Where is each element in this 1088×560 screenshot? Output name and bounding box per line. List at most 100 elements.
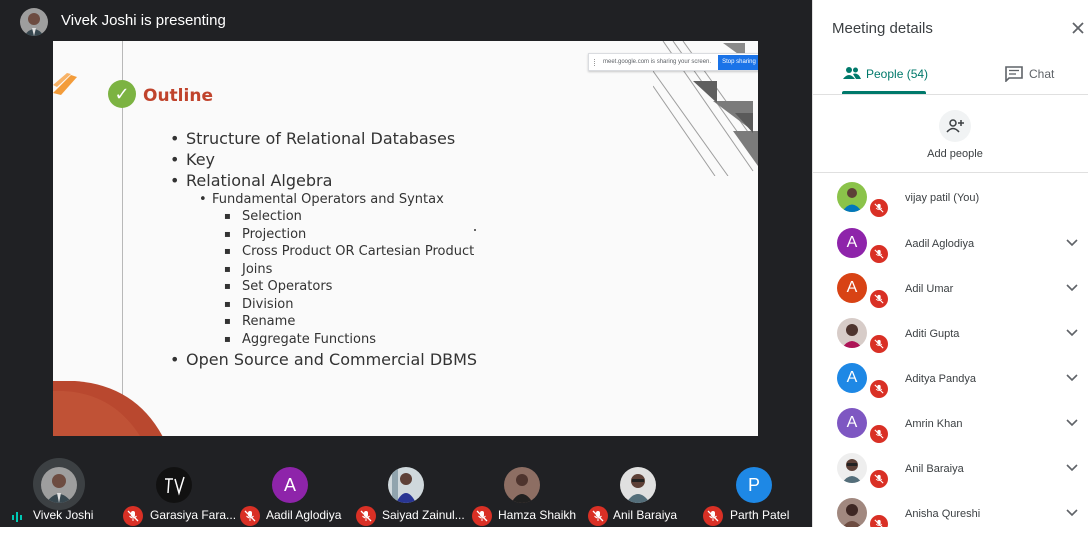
slide-bullet-l1: Open Source and Commercial DBMS xyxy=(170,350,477,369)
participant-name: Saiyad Zainul... xyxy=(382,508,465,522)
participant-name: Anil Baraiya xyxy=(613,508,678,522)
chat-icon xyxy=(1005,66,1023,82)
slide-bullet-l3: Cross Product OR Cartesian Product xyxy=(224,244,474,259)
tab-people[interactable]: People (54) xyxy=(813,56,951,94)
people-icon xyxy=(843,67,861,79)
mic-off-icon xyxy=(472,506,492,526)
meeting-stage: Vivek Joshi is presenting ✓ Outline • St… xyxy=(0,0,812,527)
participant-avatar xyxy=(620,467,656,503)
mic-off-icon xyxy=(123,506,143,526)
participant-tile[interactable]: Garasiya Fara... xyxy=(118,440,237,527)
list-divider xyxy=(813,172,1088,173)
mic-off-icon xyxy=(868,378,890,400)
slide-bullet-l2: Fundamental Operators and Syntax xyxy=(199,192,444,207)
participant-row[interactable]: A Adil Umar xyxy=(813,269,1088,314)
mic-off-icon xyxy=(868,243,890,265)
participant-row[interactable]: A Amrin Khan xyxy=(813,404,1088,449)
mic-off-icon xyxy=(868,333,890,355)
participant-tile[interactable]: A Aadil Aglodiya xyxy=(236,440,350,527)
participant-avatar xyxy=(837,182,867,212)
panel-title: Meeting details xyxy=(832,20,933,37)
participant-name: vijay patil (You) xyxy=(905,192,980,204)
slide-dot xyxy=(474,229,476,231)
presenter-avatar xyxy=(20,8,48,36)
participant-avatar xyxy=(388,467,424,503)
participant-avatar xyxy=(41,467,77,503)
chevron-down-icon[interactable] xyxy=(1065,373,1079,383)
chevron-down-icon[interactable] xyxy=(1065,463,1079,473)
participant-avatar: A xyxy=(837,273,867,303)
presentation-slide: ✓ Outline Structure of Relational Databa… xyxy=(53,41,758,436)
participant-row[interactable]: A Aadil Aglodiya xyxy=(813,224,1088,269)
meeting-details-panel: Meeting details People (54) Chat Add peo… xyxy=(812,0,1088,527)
slide-bullet-l3: Selection xyxy=(224,209,302,224)
participant-avatar: A xyxy=(837,408,867,438)
participant-row[interactable]: Anisha Qureshi xyxy=(813,494,1088,527)
mic-off-icon xyxy=(868,423,890,445)
add-person-icon xyxy=(939,110,971,142)
participant-tile[interactable]: Vivek Joshi xyxy=(0,440,115,527)
slide-bullet-l1: Key xyxy=(170,150,215,169)
participant-avatar xyxy=(837,453,867,483)
tab-people-label: People (54) xyxy=(866,67,929,81)
slide-bullet-l3: Projection xyxy=(224,227,306,242)
participant-tile[interactable]: Saiyad Zainul... xyxy=(352,440,466,527)
mic-off-icon xyxy=(240,506,260,526)
participant-strip: Vivek Joshi Garasiya Fara... A Aadil Agl… xyxy=(0,440,812,527)
mic-off-icon xyxy=(868,288,890,310)
tab-divider xyxy=(813,94,1088,95)
slide-bullet-l3: Aggregate Functions xyxy=(224,332,376,347)
participant-name: Parth Patel xyxy=(730,508,790,522)
slide-bullet-l3: Division xyxy=(224,297,293,312)
slide-title: Outline xyxy=(143,86,213,106)
check-circle-icon: ✓ xyxy=(108,80,136,108)
participant-avatar: P xyxy=(736,467,772,503)
participant-name: Amrin Khan xyxy=(905,418,963,430)
participant-tile[interactable]: Anil Baraiya xyxy=(585,440,699,527)
participant-row[interactable]: Aditi Gupta xyxy=(813,314,1088,359)
participant-avatar xyxy=(837,318,867,348)
chevron-down-icon[interactable] xyxy=(1065,508,1079,518)
add-people-button[interactable]: Add people xyxy=(923,108,987,166)
participant-row[interactable]: vijay patil (You) xyxy=(813,178,1088,223)
participant-avatar: A xyxy=(272,467,308,503)
participant-avatar: A xyxy=(837,228,867,258)
participant-name: Hamza Shaikh xyxy=(498,508,577,522)
slide-bullet-l3: Joins xyxy=(224,262,273,277)
chevron-down-icon[interactable] xyxy=(1065,418,1079,428)
slide-bullet-l3: Set Operators xyxy=(224,279,333,294)
slide-bullet-l1: Structure of Relational Databases xyxy=(170,129,455,148)
screen-share-banner: meet.google.com is sharing your screen. … xyxy=(588,53,758,71)
participant-name: Adil Umar xyxy=(905,283,954,295)
close-icon[interactable] xyxy=(1069,19,1087,37)
mic-off-icon xyxy=(868,513,890,527)
mic-off-icon xyxy=(356,506,376,526)
participant-name: Vivek Joshi xyxy=(33,508,94,522)
participant-tile[interactable]: P Parth Patel xyxy=(700,440,812,527)
audio-level-icon xyxy=(12,512,22,522)
slide-corner-shape xyxy=(53,381,163,436)
tab-chat[interactable]: Chat xyxy=(951,56,1088,94)
participant-name: Garasiya Fara... xyxy=(150,508,237,522)
participant-name: Aditi Gupta xyxy=(905,328,960,340)
participant-name: Anisha Qureshi xyxy=(905,508,981,520)
participant-avatar xyxy=(156,467,192,503)
stop-sharing-button[interactable]: Stop sharing xyxy=(718,55,758,70)
mic-off-icon xyxy=(703,506,723,526)
participant-name: Aadil Aglodiya xyxy=(905,238,975,250)
drag-handle-icon[interactable] xyxy=(594,59,596,66)
chevron-down-icon[interactable] xyxy=(1065,238,1079,248)
participant-row[interactable]: Anil Baraiya xyxy=(813,449,1088,494)
participant-tile[interactable]: Hamza Shaikh xyxy=(469,440,582,527)
chevron-down-icon[interactable] xyxy=(1065,283,1079,293)
participant-row[interactable]: A Aditya Pandya xyxy=(813,359,1088,404)
slide-brush-decoration xyxy=(53,73,77,95)
slide-bullet-l3: Rename xyxy=(224,314,295,329)
presenter-bar: Vivek Joshi is presenting xyxy=(0,0,812,42)
mic-off-icon xyxy=(868,197,890,219)
chevron-down-icon[interactable] xyxy=(1065,328,1079,338)
presenter-title: Vivek Joshi is presenting xyxy=(61,12,226,29)
participant-avatar xyxy=(837,498,867,527)
mic-off-icon xyxy=(588,506,608,526)
slide-bullet-l1: Relational Algebra xyxy=(170,171,332,190)
